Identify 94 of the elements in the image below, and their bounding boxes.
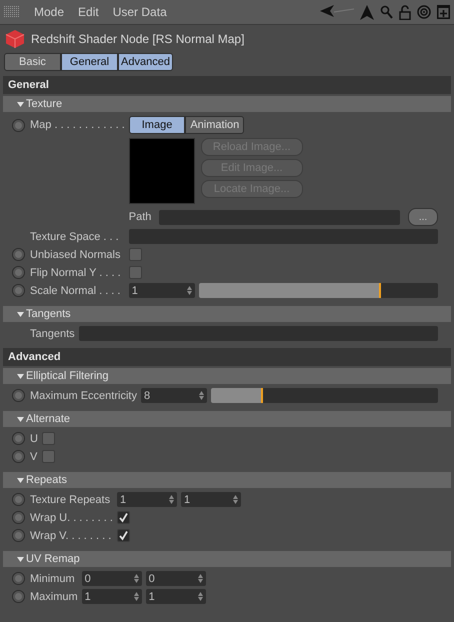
field-label: U [30, 432, 38, 444]
menu-item[interactable]: Mode [34, 5, 64, 19]
mode-tab[interactable]: Animation [185, 116, 244, 134]
checkbox[interactable] [42, 450, 55, 463]
section-header[interactable]: General [3, 76, 451, 94]
field-label: Texture Repeats [30, 494, 112, 506]
search-icon[interactable] [380, 5, 393, 19]
shader-node-icon [5, 29, 25, 49]
spinner-icon[interactable] [186, 286, 192, 295]
group-header[interactable]: Alternate [3, 411, 451, 427]
number-field[interactable]: 8 [140, 388, 207, 403]
group-title: Elliptical Filtering [26, 370, 109, 382]
checkbox[interactable] [116, 529, 130, 542]
caret-icon[interactable] [17, 416, 24, 422]
lock-icon[interactable] [399, 4, 411, 20]
field-label: Maximum Eccentricity [30, 390, 137, 402]
field-label: Map . . . . . . . . . . . . [30, 119, 125, 131]
number-field[interactable]: 0 [82, 571, 142, 586]
up-arrow-icon[interactable] [360, 4, 374, 20]
spinner-icon[interactable] [134, 574, 139, 583]
caret-icon[interactable] [17, 102, 24, 106]
caret-icon[interactable] [17, 556, 24, 562]
slider-track[interactable] [210, 388, 438, 403]
field-label: Scale Normal . . . . [30, 284, 122, 296]
path-field[interactable] [159, 210, 400, 224]
keyframe-radio[interactable] [12, 450, 25, 463]
keyframe-radio[interactable] [12, 511, 25, 524]
keyframe-radio[interactable] [12, 529, 25, 542]
spinner-icon[interactable] [232, 495, 238, 504]
keyframe-radio[interactable] [12, 248, 25, 261]
path-label: Path [128, 211, 152, 223]
keyframe-radio[interactable] [12, 493, 25, 506]
group-header[interactable]: Tangents [3, 306, 451, 322]
image-preview [128, 138, 195, 204]
number-field[interactable]: 1 [128, 283, 195, 298]
slider-fill[interactable] [210, 388, 264, 403]
field-label: Unbiased Normals [30, 248, 122, 260]
checkbox[interactable] [42, 432, 55, 445]
checkbox[interactable] [128, 266, 142, 279]
group-header[interactable]: Elliptical Filtering [3, 368, 451, 384]
slider-track[interactable] [198, 283, 438, 298]
field-label: Maximum [30, 590, 78, 602]
checkbox[interactable] [128, 248, 142, 261]
window-title: Redshift Shader Node [RS Normal Map] [31, 32, 244, 46]
spinner-icon[interactable] [134, 592, 139, 601]
field-label: Minimum [30, 572, 76, 584]
keyframe-radio[interactable] [12, 590, 25, 603]
field-label: Wrap V. . . . . . . . [30, 530, 112, 542]
menu-item[interactable]: User Data [112, 5, 167, 19]
field-label: V [30, 450, 38, 462]
tab[interactable]: Basic [4, 53, 61, 71]
keyframe-radio[interactable] [12, 119, 25, 132]
group-title: Repeats [26, 474, 67, 486]
number-field[interactable]: 1 [116, 492, 177, 507]
mode-tab[interactable]: Image [128, 116, 186, 134]
number-field[interactable]: 1 [82, 589, 142, 604]
back-arrow-icon[interactable] [320, 5, 354, 19]
group-title: Texture [26, 98, 62, 110]
checkbox[interactable] [116, 511, 130, 524]
new-panel-icon[interactable] [437, 5, 450, 19]
field-label: Texture Space . . . [30, 230, 120, 242]
group-header[interactable]: UV Remap [3, 551, 451, 567]
section-header[interactable]: Advanced [3, 348, 451, 366]
target-icon[interactable] [417, 5, 431, 19]
group-title: Alternate [26, 413, 70, 425]
spinner-icon[interactable] [198, 391, 204, 400]
number-field[interactable]: 0 [146, 571, 206, 586]
group-header[interactable]: Repeats [3, 472, 451, 488]
keyframe-radio[interactable] [12, 432, 25, 445]
caret-icon[interactable] [17, 374, 24, 378]
spinner-icon[interactable] [168, 495, 174, 504]
keyframe-radio[interactable] [12, 389, 25, 402]
tab[interactable]: Advanced [118, 53, 173, 71]
caret-icon[interactable] [17, 478, 24, 482]
caret-icon[interactable] [17, 312, 24, 316]
browse-button[interactable]: ... [408, 208, 438, 226]
input-field[interactable] [128, 229, 438, 244]
keyframe-radio[interactable] [12, 284, 25, 297]
spinner-icon[interactable] [198, 592, 203, 601]
keyframe-radio[interactable] [12, 572, 25, 585]
number-field[interactable]: 1 [180, 492, 241, 507]
field-label: Tangents [30, 328, 75, 340]
slider-fill[interactable] [198, 283, 381, 298]
field-label: Wrap U. . . . . . . . [30, 512, 113, 524]
field-label: Flip Normal Y . . . . [30, 266, 122, 278]
group-header[interactable]: Texture [3, 96, 451, 112]
group-title: UV Remap [26, 553, 80, 565]
group-title: Tangents [26, 308, 71, 320]
spinner-icon[interactable] [198, 574, 203, 583]
menu-item[interactable]: Edit [78, 5, 99, 19]
keyframe-radio[interactable] [12, 266, 25, 279]
number-field[interactable]: 1 [146, 589, 206, 604]
tab[interactable]: General [60, 53, 118, 71]
input-field[interactable] [78, 326, 438, 341]
